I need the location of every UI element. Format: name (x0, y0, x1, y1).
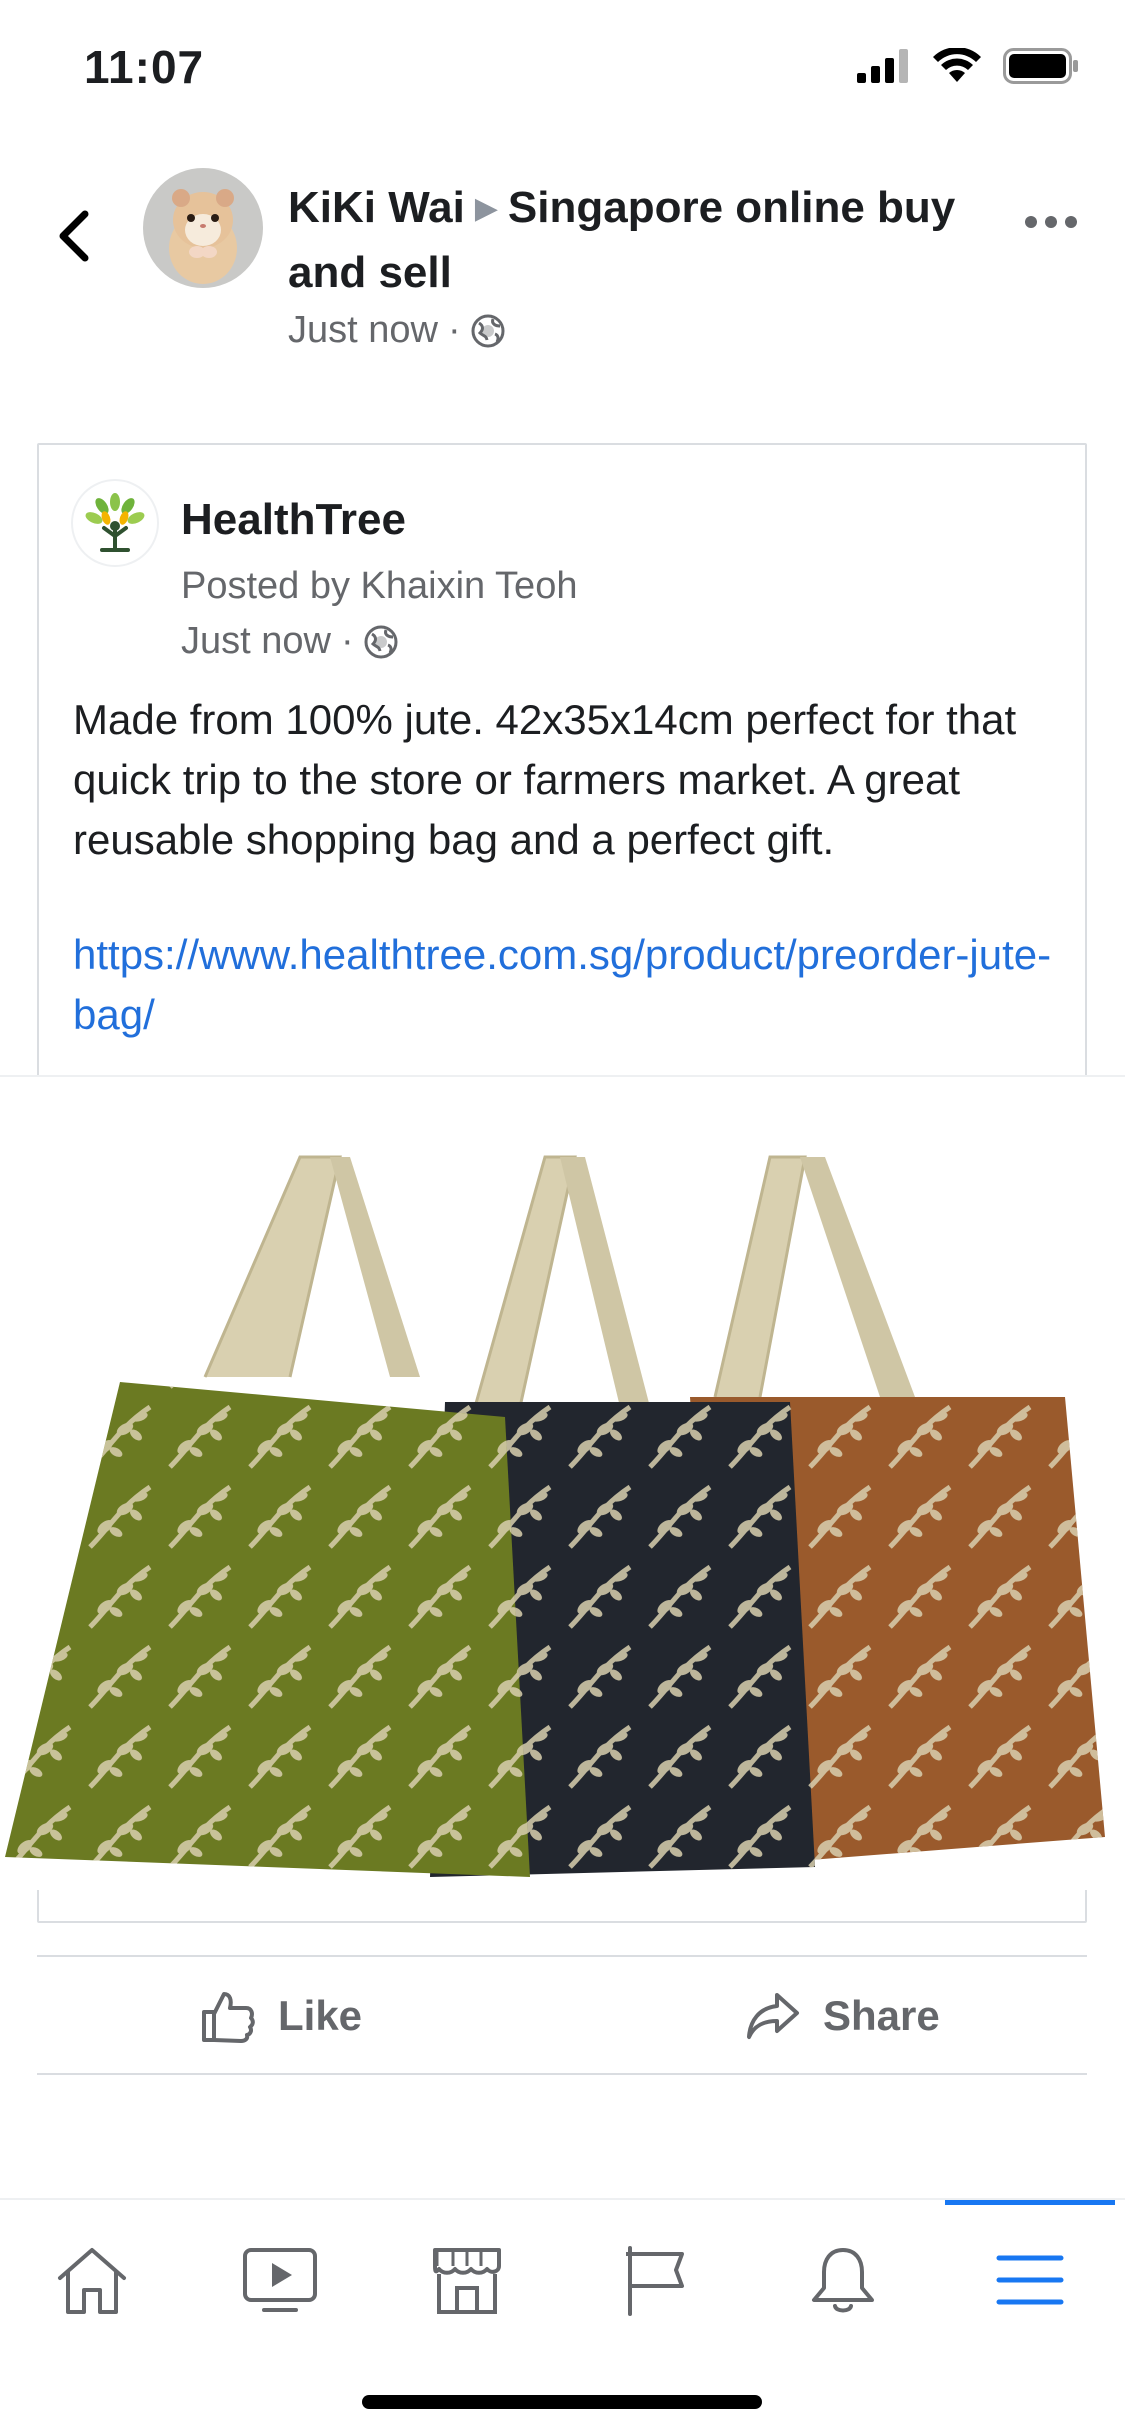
nav-menu[interactable] (975, 2230, 1085, 2330)
hamster-avatar-image (143, 168, 263, 288)
more-options-button[interactable] (1025, 216, 1077, 228)
status-icons (857, 48, 1079, 84)
product-photo[interactable] (0, 1075, 1125, 1890)
nav-watch[interactable] (225, 2230, 335, 2330)
action-divider (37, 1955, 1087, 1957)
chevron-left-icon (59, 210, 89, 262)
posted-by: Posted by Khaixin Teoh (181, 565, 578, 607)
status-bar: 11:07 (0, 0, 1125, 135)
page-logo[interactable] (73, 481, 157, 565)
battery-icon (1003, 48, 1078, 84)
share-button[interactable]: Share (745, 1980, 940, 2052)
meta-separator: · (447, 309, 461, 351)
pages-flag-icon (626, 2246, 684, 2316)
bell-icon (812, 2248, 874, 2313)
home-icon (58, 2248, 126, 2314)
thumbs-up-icon (202, 1992, 255, 2043)
jute-bags-image (5, 1155, 1105, 1877)
facebook-post-screen: 11:07 KiKi Wai ▶ Singapore online buy an… (0, 0, 1125, 2436)
share-arrow-icon (747, 1993, 799, 2039)
shared-post-timestamp[interactable]: Just now (181, 620, 331, 663)
like-label: Like (278, 1992, 363, 2039)
like-button[interactable]: Like (200, 1980, 362, 2052)
post-title: KiKi Wai ▶ Singapore online buy and sell (288, 178, 968, 303)
nav-home[interactable] (37, 2230, 147, 2330)
signal-icon (857, 49, 908, 83)
header-text: KiKi Wai ▶ Singapore online buy and sell J… (288, 178, 968, 352)
globe-icon (364, 625, 398, 658)
post-header: KiKi Wai ▶ Singapore online buy and sell J… (0, 160, 1125, 360)
nav-notifications[interactable] (788, 2230, 898, 2330)
tree-logo-icon (85, 493, 145, 552)
author-avatar[interactable] (143, 168, 263, 288)
wifi-icon (933, 48, 981, 82)
arrow-right-icon: ▶ (474, 192, 498, 225)
nav-pages[interactable] (600, 2230, 710, 2330)
back-button[interactable] (48, 196, 98, 276)
post-timestamp[interactable]: Just now (288, 309, 438, 352)
share-label: Share (823, 1992, 940, 2039)
status-time: 11:07 (84, 41, 205, 93)
home-indicator[interactable] (362, 2395, 762, 2409)
nav-marketplace[interactable] (412, 2230, 522, 2330)
watch-icon (243, 2248, 317, 2312)
menu-icon (996, 2255, 1064, 2305)
post-meta: Just now · (288, 309, 968, 352)
dot-icon (1045, 216, 1057, 228)
author-name[interactable]: KiKi Wai (288, 183, 465, 232)
marketplace-icon (433, 2248, 501, 2314)
dot-icon (1025, 216, 1037, 228)
post-body-text: Made from 100% jute. 42x35x14cm perfect … (73, 696, 1017, 863)
shared-post-meta: Just now · (181, 620, 398, 663)
active-tab-indicator (945, 2200, 1115, 2205)
page-name[interactable]: HealthTree (181, 495, 406, 545)
globe-icon (471, 314, 505, 347)
product-link[interactable]: https://www.healthtree.com.sg/product/pr… (73, 925, 1063, 1045)
meta-separator: · (340, 620, 354, 662)
action-divider (37, 2073, 1087, 2075)
dot-icon (1065, 216, 1077, 228)
